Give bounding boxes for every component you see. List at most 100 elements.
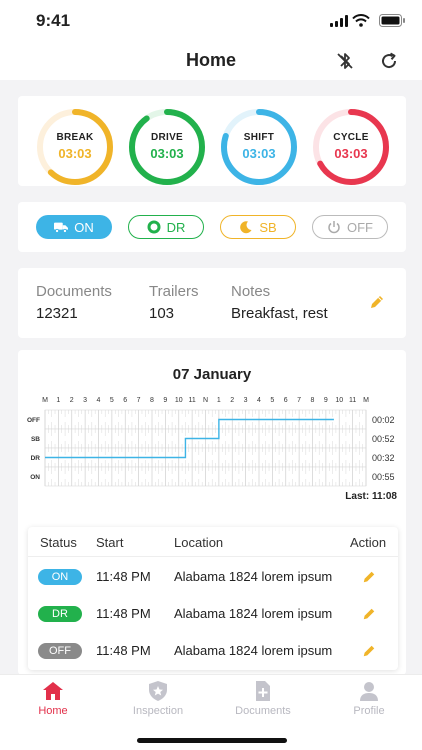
- tab-documents-label: Documents: [235, 705, 291, 717]
- gauge-break: BREAK 03:03: [36, 108, 114, 186]
- row-status-badge: OFF: [38, 643, 82, 659]
- notes-label: Notes: [231, 283, 271, 300]
- row-location: Alabama 1824 lorem ipsum: [174, 606, 333, 621]
- home-indicator: [137, 738, 287, 743]
- hour-label: N: [203, 397, 208, 404]
- table-row: DR 11:48 PM Alabama 1824 lorem ipsum: [28, 596, 398, 632]
- hour-label: 10: [335, 397, 343, 404]
- trailers-field: Trailers 103: [149, 283, 198, 322]
- gauge-drive-label: DRIVE: [150, 132, 184, 143]
- log-row-total: 00:55: [372, 472, 395, 482]
- battery-icon: [379, 14, 405, 27]
- hour-label: 2: [230, 397, 234, 404]
- hours-summary-card: BREAK 03:03 DRIVE 03:03 SHIFT 03:03 CYCL…: [18, 96, 406, 186]
- status-on-label: ON: [74, 219, 94, 235]
- tab-documents[interactable]: Documents: [218, 681, 308, 717]
- tab-profile-label: Profile: [353, 705, 385, 717]
- status-bar: 9:41: [0, 0, 422, 44]
- hour-label: M: [42, 397, 48, 404]
- trip-info-card: Documents 12321 Trailers 103 Notes Break…: [18, 268, 406, 338]
- hour-label: 11: [349, 397, 356, 404]
- trailers-label: Trailers: [149, 283, 199, 300]
- row-start: 11:48 PM: [96, 569, 151, 584]
- hour-label: 11: [188, 397, 195, 404]
- gauge-cycle-label: CYCLE: [333, 132, 369, 143]
- user-icon: [360, 682, 378, 701]
- hour-label: 1: [217, 397, 221, 404]
- hour-label: 8: [311, 397, 315, 404]
- tab-inspection[interactable]: Inspection: [113, 681, 203, 717]
- table-header: Status Start Location Action: [28, 527, 398, 557]
- status-dr-label: DR: [166, 219, 186, 235]
- hour-label: 9: [163, 397, 167, 404]
- row-status-badge: DR: [38, 606, 82, 622]
- status-time: 9:41: [36, 11, 71, 30]
- log-row-label: SB: [31, 436, 40, 443]
- log-row-label: OFF: [27, 417, 40, 424]
- edit-pencil-icon[interactable]: [362, 570, 376, 584]
- edit-pencil-icon[interactable]: [362, 644, 376, 658]
- log-row-label: DR: [31, 455, 41, 462]
- page-title: Home: [185, 50, 236, 70]
- log-row-total: 00:52: [372, 434, 395, 444]
- gauge-shift: SHIFT 03:03: [220, 108, 298, 186]
- hour-label: 3: [244, 397, 248, 404]
- cellular-signal-icon: [330, 15, 348, 27]
- status-sb-button[interactable]: SB: [220, 215, 296, 239]
- truck-icon: [54, 222, 69, 233]
- moon-icon: [240, 221, 252, 234]
- gauge-shift-label: SHIFT: [243, 132, 275, 143]
- notes-field: Notes Breakfast, rest: [231, 283, 328, 322]
- table-row: ON 11:48 PM Alabama 1824 lorem ipsum: [28, 559, 398, 595]
- status-off-label: OFF: [347, 219, 373, 235]
- gauge-cycle: CYCLE 03:03: [312, 108, 390, 186]
- status-dr-button[interactable]: DR: [128, 215, 204, 239]
- log-date: 07 January: [172, 366, 252, 383]
- gauge-drive: DRIVE 03:03: [128, 108, 206, 186]
- tab-home[interactable]: Home: [8, 681, 98, 717]
- hour-label: 4: [257, 397, 261, 404]
- hour-label: 6: [284, 397, 288, 404]
- hour-label: 5: [270, 397, 274, 404]
- hour-label: 9: [324, 397, 328, 404]
- header-location: Location: [174, 535, 224, 550]
- table-row: OFF 11:48 PM Alabama 1824 lorem ipsum: [28, 633, 398, 669]
- tab-home-label: Home: [38, 705, 68, 717]
- status-on-button[interactable]: ON: [36, 215, 112, 239]
- hour-label: M: [363, 397, 369, 404]
- header-action: Action: [350, 535, 387, 550]
- log-last-time: Last: 11:08: [345, 491, 397, 502]
- events-table: Status Start Location Action ON 11:48 PM…: [28, 527, 398, 670]
- edit-pencil-icon[interactable]: [362, 607, 376, 621]
- wifi-icon: [352, 14, 370, 27]
- log-graph: M 1 2 3 4 5 6 7 8 9 10 11 N 1 2 3 4 5 6 7 8 9 10 11 M OFF 00:02 SB 0…: [27, 397, 395, 487]
- circle-icon: [147, 220, 161, 234]
- gauge-break-value: 03:03: [58, 146, 92, 161]
- row-location: Alabama 1824 lorem ipsum: [174, 643, 333, 658]
- hour-label: 4: [97, 397, 101, 404]
- power-icon: [328, 221, 340, 234]
- gauge-break-label: BREAK: [56, 132, 94, 143]
- edit-pencil-icon[interactable]: [369, 294, 385, 310]
- gauge-cycle-value: 03:03: [334, 146, 368, 161]
- hour-label: 10: [175, 397, 183, 404]
- row-start: 11:48 PM: [96, 643, 151, 658]
- tab-profile[interactable]: Profile: [324, 681, 414, 717]
- document-plus-icon: [256, 681, 270, 701]
- bluetooth-off-icon[interactable]: [334, 50, 356, 72]
- hour-label: 2: [70, 397, 74, 404]
- refresh-icon[interactable]: [378, 50, 400, 72]
- header-start: Start: [96, 535, 124, 550]
- log-row-total: 00:32: [372, 453, 395, 463]
- status-sb-label: SB: [259, 219, 277, 235]
- status-off-button[interactable]: OFF: [312, 215, 388, 239]
- hour-label: 7: [297, 397, 301, 404]
- row-status-badge: ON: [38, 569, 82, 585]
- header: Home: [0, 44, 422, 80]
- notes-value: Breakfast, rest: [231, 305, 328, 322]
- gauge-drive-value: 03:03: [150, 146, 184, 161]
- row-location: Alabama 1824 lorem ipsum: [174, 569, 333, 584]
- tab-inspection-label: Inspection: [132, 705, 184, 717]
- duty-status-card: ON DR SB OFF: [18, 202, 406, 252]
- hour-label: 8: [150, 397, 154, 404]
